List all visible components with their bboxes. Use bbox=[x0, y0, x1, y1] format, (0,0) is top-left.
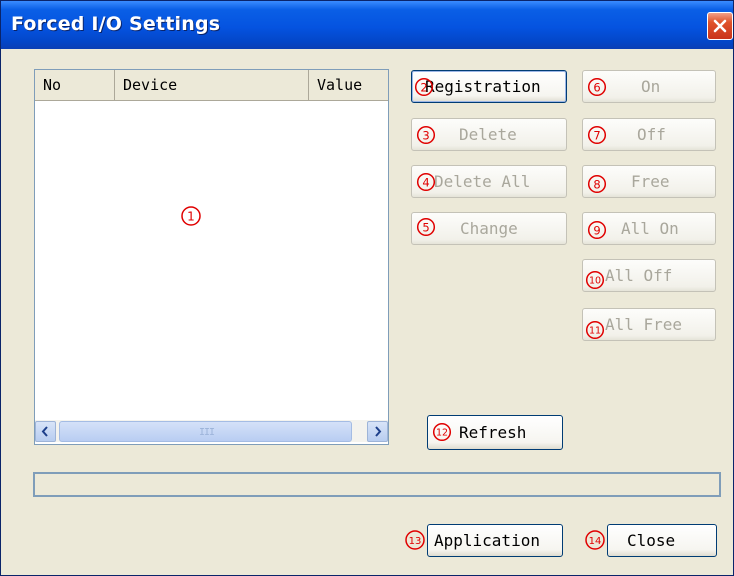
svg-text:1: 1 bbox=[187, 210, 195, 224]
svg-text:3: 3 bbox=[422, 128, 429, 142]
svg-text:14: 14 bbox=[589, 536, 602, 547]
close-button-label: Close bbox=[627, 531, 676, 550]
scroll-left-button[interactable] bbox=[35, 421, 56, 442]
callout-marker-10: 10 bbox=[585, 270, 605, 290]
window-title: Forced I/O Settings bbox=[11, 13, 221, 35]
chevron-left-icon bbox=[41, 426, 48, 437]
scroll-grip: III bbox=[199, 427, 215, 438]
registration-button[interactable]: Registration 2 bbox=[411, 70, 567, 103]
svg-text:10: 10 bbox=[589, 276, 601, 287]
horizontal-scrollbar[interactable]: III bbox=[35, 420, 388, 442]
free-button[interactable]: Free 8 bbox=[582, 165, 716, 198]
list-header: No Device Value bbox=[35, 70, 388, 101]
all-off-button-label: All Off bbox=[605, 266, 673, 285]
scroll-thumb[interactable]: III bbox=[59, 421, 352, 442]
callout-marker-1: 1 bbox=[180, 205, 202, 227]
on-button[interactable]: On 6 bbox=[582, 70, 716, 103]
close-x-icon bbox=[713, 19, 727, 33]
refresh-button-label: Refresh bbox=[459, 423, 527, 442]
svg-text:4: 4 bbox=[422, 175, 429, 189]
callout-marker-4: 4 bbox=[416, 172, 436, 192]
callout-marker-2: 2 bbox=[414, 77, 434, 97]
all-on-button-label: All On bbox=[621, 219, 679, 238]
delete-button-label: Delete bbox=[459, 125, 517, 144]
callout-marker-3: 3 bbox=[416, 125, 436, 145]
svg-text:12: 12 bbox=[436, 428, 448, 439]
svg-text:8: 8 bbox=[593, 177, 600, 191]
application-button[interactable]: Application bbox=[427, 524, 563, 557]
svg-text:6: 6 bbox=[593, 80, 600, 94]
svg-text:7: 7 bbox=[593, 128, 600, 142]
registration-button-label: Registration bbox=[425, 77, 541, 96]
change-button-label: Change bbox=[460, 219, 518, 238]
callout-marker-6: 6 bbox=[587, 77, 607, 97]
callout-marker-9: 9 bbox=[587, 220, 607, 240]
callout-marker-11: 11 bbox=[585, 320, 605, 340]
free-button-label: Free bbox=[631, 172, 670, 191]
column-header-no[interactable]: No bbox=[35, 70, 115, 100]
column-header-value[interactable]: Value bbox=[309, 70, 388, 100]
forced-io-settings-dialog: Forced I/O Settings No Device Value 1 II… bbox=[0, 0, 734, 576]
all-off-button[interactable]: All Off 10 bbox=[582, 259, 716, 292]
delete-all-button-label: Delete All bbox=[434, 172, 531, 191]
callout-marker-14: 14 bbox=[584, 529, 606, 551]
all-on-button[interactable]: All On 9 bbox=[582, 212, 716, 245]
refresh-button[interactable]: Refresh 12 bbox=[427, 415, 563, 450]
callout-marker-12: 12 bbox=[432, 422, 452, 442]
application-button-label: Application bbox=[434, 531, 540, 550]
off-button[interactable]: Off 7 bbox=[582, 118, 716, 151]
status-bar bbox=[33, 472, 721, 497]
all-free-button[interactable]: All Free 11 bbox=[582, 308, 716, 341]
svg-text:11: 11 bbox=[589, 326, 601, 337]
device-list[interactable]: No Device Value 1 III bbox=[34, 69, 389, 445]
close-button[interactable]: Close bbox=[607, 524, 717, 557]
scroll-right-button[interactable] bbox=[367, 421, 388, 442]
svg-text:9: 9 bbox=[593, 223, 600, 237]
svg-text:2: 2 bbox=[420, 80, 427, 94]
svg-text:5: 5 bbox=[422, 220, 429, 234]
off-button-label: Off bbox=[637, 125, 666, 144]
column-header-device[interactable]: Device bbox=[115, 70, 309, 100]
callout-marker-8: 8 bbox=[587, 174, 607, 194]
chevron-right-icon bbox=[375, 426, 382, 437]
close-window-button[interactable] bbox=[707, 12, 733, 40]
callout-marker-7: 7 bbox=[587, 125, 607, 145]
callout-marker-5: 5 bbox=[416, 217, 436, 237]
delete-button[interactable]: Delete 3 bbox=[411, 118, 567, 151]
svg-text:13: 13 bbox=[409, 536, 422, 547]
callout-marker-13: 13 bbox=[404, 529, 426, 551]
title-bar[interactable]: Forced I/O Settings bbox=[1, 1, 733, 49]
delete-all-button[interactable]: Delete All 4 bbox=[411, 165, 567, 198]
on-button-label: On bbox=[641, 77, 661, 96]
change-button[interactable]: Change 5 bbox=[411, 212, 567, 245]
all-free-button-label: All Free bbox=[605, 315, 683, 334]
